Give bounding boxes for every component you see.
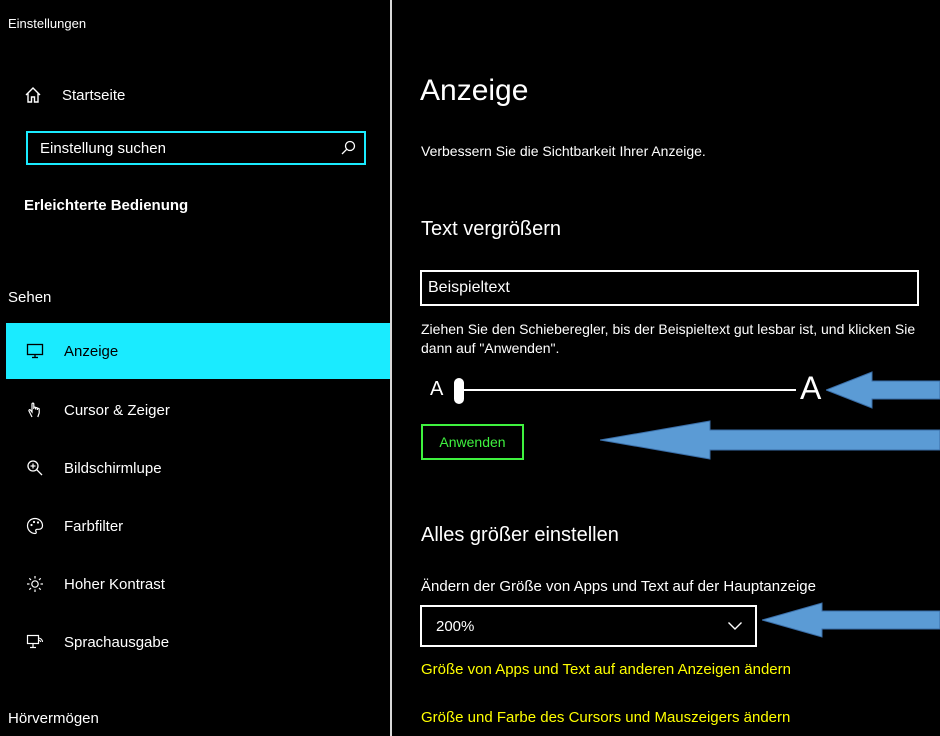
chevron-down-icon (728, 622, 742, 630)
sample-text-box: Beispieltext (420, 270, 919, 306)
apply-button[interactable]: Anwenden (421, 424, 524, 460)
search-input-value: Einstellung suchen (40, 139, 166, 157)
slider-thumb[interactable] (454, 378, 464, 404)
text-size-heading: Text vergrößern (421, 218, 562, 240)
link-cursor-size[interactable]: Größe und Farbe des Cursors und Mauszeig… (421, 709, 790, 726)
text-size-slider[interactable] (456, 389, 796, 391)
monitor-icon (24, 340, 46, 362)
search-input[interactable]: Einstellung suchen (26, 131, 366, 165)
sidebar-item-bildschirmlupe[interactable]: Bildschirmlupe (6, 440, 391, 496)
home-link[interactable]: Startseite (24, 84, 125, 106)
sidebar-item-label: Cursor & Zeiger (64, 401, 170, 419)
group-label-sehen: Sehen (8, 289, 52, 306)
sidebar-item-cursor[interactable]: Cursor & Zeiger (6, 382, 391, 438)
home-label: Startseite (62, 86, 126, 104)
page-subtitle: Verbessern Sie die Sichtbarkeit Ihrer An… (421, 143, 706, 159)
section-title: Erleichterte Bedienung (24, 197, 189, 214)
app-title: Einstellungen (8, 16, 87, 31)
scale-heading: Alles größer einstellen (421, 524, 619, 546)
page-title: Anzeige (420, 74, 529, 107)
slider-min-label: A (430, 378, 444, 400)
scale-dropdown-value: 200% (436, 617, 475, 635)
sidebar-item-label: Bildschirmlupe (64, 459, 162, 477)
annotation-arrow-icon (600, 420, 940, 460)
link-other-displays[interactable]: Größe von Apps und Text auf anderen Anze… (421, 661, 791, 678)
annotation-arrow-icon (762, 602, 940, 638)
annotation-arrow-icon (826, 371, 940, 409)
slider-hint: Ziehen Sie den Schieberegler, bis der Be… (421, 321, 916, 356)
slider-max-label: A (800, 370, 822, 406)
palette-icon (24, 515, 46, 537)
pointer-icon (24, 399, 46, 421)
sidebar-item-sprachausgabe[interactable]: Sprachausgabe (6, 614, 391, 670)
sidebar-item-farbfilter[interactable]: Farbfilter (6, 498, 391, 554)
sidebar-item-label: Farbfilter (64, 517, 124, 535)
sun-icon (24, 573, 46, 595)
sidebar: Einstellungen Startseite Einstellung suc… (0, 0, 391, 736)
scale-dropdown[interactable]: 200% (420, 605, 757, 647)
narrator-icon (24, 631, 46, 653)
sidebar-item-label: Anzeige (64, 342, 119, 360)
sidebar-item-label: Hoher Kontrast (64, 575, 165, 593)
home-icon (25, 87, 41, 103)
sample-text: Beispieltext (428, 279, 510, 296)
sidebar-item-anzeige[interactable]: Anzeige (6, 323, 391, 379)
scale-label: Ändern der Größe von Apps und Text auf d… (421, 578, 816, 595)
sidebar-item-hoher-kontrast[interactable]: Hoher Kontrast (6, 556, 391, 612)
magnifier-icon (24, 457, 46, 479)
search-icon[interactable] (340, 140, 356, 156)
group-label-hoervermoegen: Hörvermögen (8, 710, 99, 727)
apply-button-label: Anwenden (439, 434, 506, 450)
sidebar-item-label: Sprachausgabe (64, 633, 170, 651)
pane-divider (390, 0, 392, 736)
